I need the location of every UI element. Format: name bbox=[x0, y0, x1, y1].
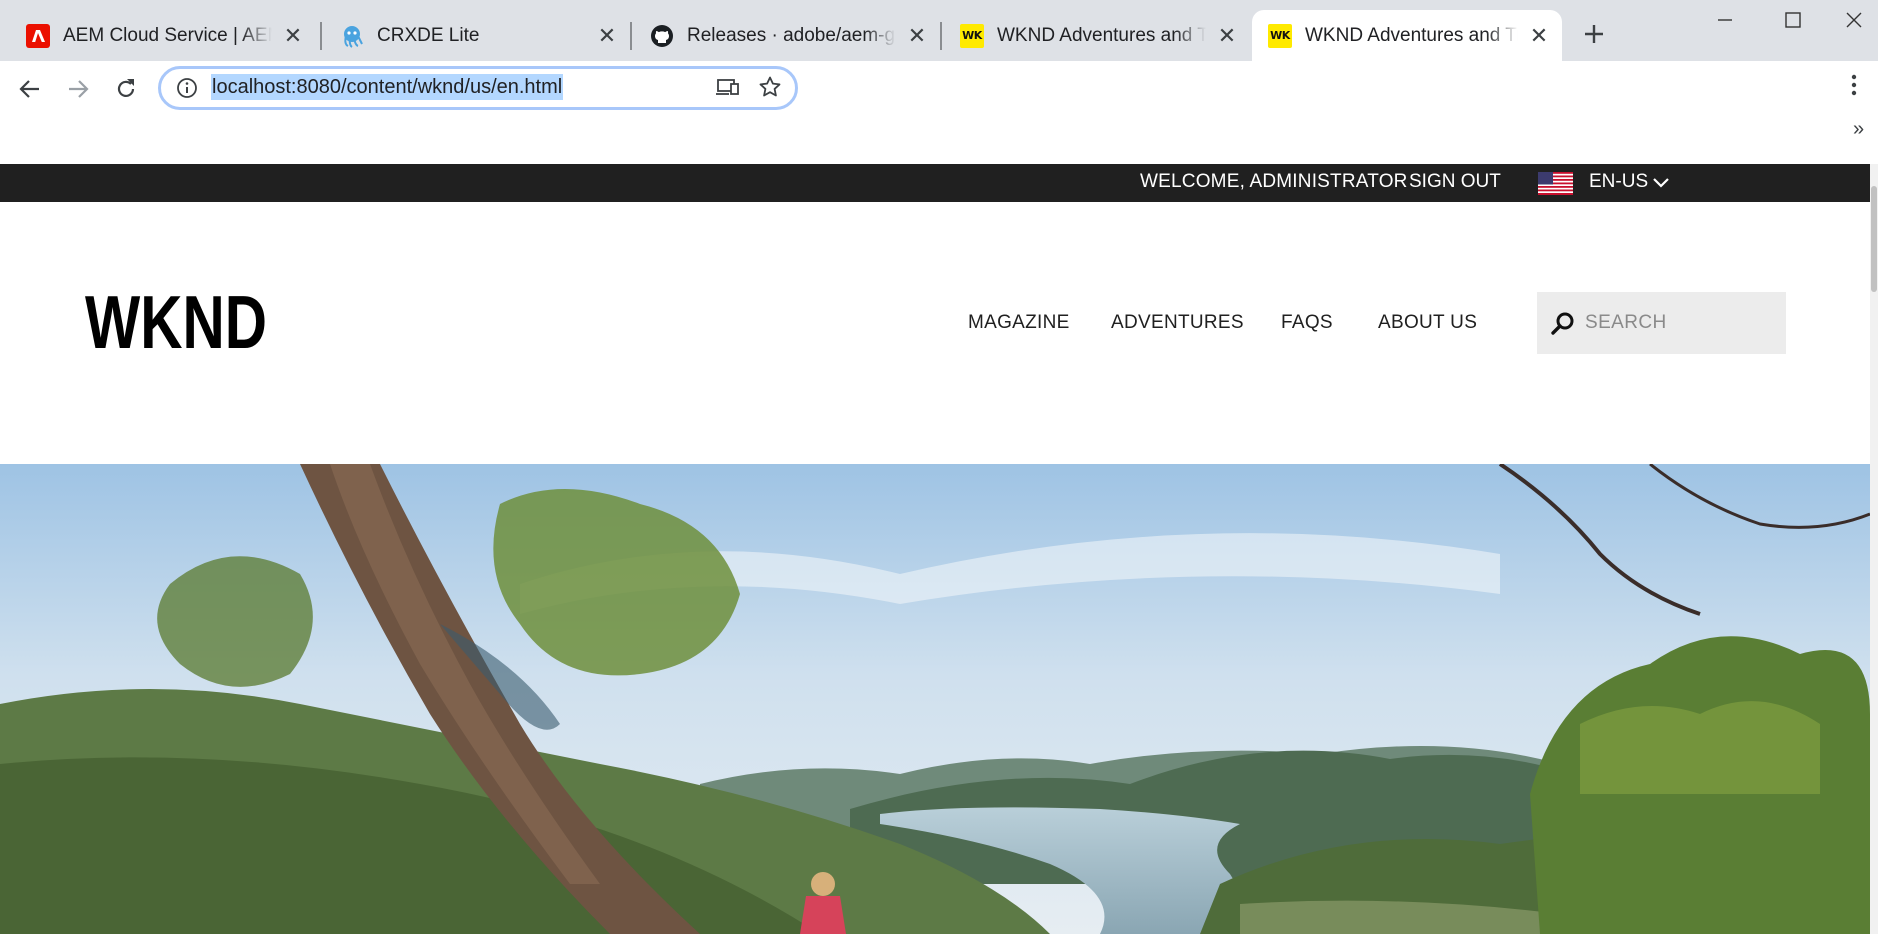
chevron-down-icon[interactable] bbox=[1652, 174, 1670, 196]
github-icon bbox=[650, 24, 674, 48]
wknd-logo[interactable]: WKND bbox=[85, 285, 267, 360]
forward-button[interactable] bbox=[58, 69, 98, 109]
utility-bar: WELCOME, ADMINISTRATOR SIGN OUT EN-US bbox=[0, 164, 1870, 202]
tab-github-releases[interactable]: Releases · adobe/aem-guid ✕ bbox=[624, 10, 940, 61]
site-info-icon[interactable] bbox=[176, 77, 198, 99]
sign-out-link[interactable]: SIGN OUT bbox=[1409, 171, 1501, 193]
page-viewport: WELCOME, ADMINISTRATOR SIGN OUT EN-US WK… bbox=[0, 164, 1870, 934]
close-tab-icon[interactable]: ✕ bbox=[1528, 23, 1550, 48]
close-tab-icon[interactable]: ✕ bbox=[906, 23, 928, 48]
tab-wknd-adventures-active[interactable]: WK WKND Adventures and Tra ✕ bbox=[1252, 10, 1562, 61]
search-input[interactable]: SEARCH bbox=[1537, 292, 1786, 354]
back-button[interactable] bbox=[10, 69, 50, 109]
search-placeholder: SEARCH bbox=[1585, 312, 1667, 333]
tab-strip: AEM Cloud Service | AEM C ✕ CRXDE Lite ✕… bbox=[0, 0, 1878, 61]
hero-image bbox=[0, 464, 1870, 934]
tab-title: WKND Adventures and Tra bbox=[1305, 24, 1518, 46]
tab-title: CRXDE Lite bbox=[377, 24, 480, 46]
tab-title: AEM Cloud Service | AEM C bbox=[63, 24, 272, 46]
close-window-button[interactable] bbox=[1830, 4, 1878, 36]
reload-icon bbox=[117, 79, 135, 97]
us-flag-icon[interactable] bbox=[1538, 172, 1573, 195]
tab-aem-cloud-service[interactable]: AEM Cloud Service | AEM C ✕ bbox=[0, 10, 316, 61]
cast-devices-icon[interactable] bbox=[716, 76, 740, 103]
nav-item-adventures[interactable]: ADVENTURES bbox=[1111, 312, 1244, 334]
site-header: WKND MAGAZINE ADVENTURES FAQS ABOUT US S… bbox=[0, 202, 1870, 464]
reload-button[interactable] bbox=[106, 69, 146, 109]
bookmark-star-icon[interactable] bbox=[758, 75, 782, 104]
wknd-icon: WK bbox=[960, 23, 984, 48]
tab-wknd-adventures[interactable]: WK WKND Adventures and Tra ✕ bbox=[934, 10, 1250, 61]
adobe-icon bbox=[26, 23, 50, 48]
minimize-button[interactable] bbox=[1695, 4, 1755, 36]
close-tab-icon[interactable]: ✕ bbox=[596, 23, 618, 48]
scrollbar-thumb[interactable] bbox=[1871, 186, 1877, 292]
address-bar[interactable]: localhost:8080/content/wknd/us/en.html bbox=[158, 66, 798, 110]
forward-arrow-icon bbox=[69, 80, 89, 98]
browser-menu-icon[interactable] bbox=[1850, 73, 1858, 102]
nav-item-magazine[interactable]: MAGAZINE bbox=[968, 312, 1070, 334]
bookmarks-overflow-icon[interactable]: » bbox=[1853, 118, 1864, 141]
close-tab-icon[interactable]: ✕ bbox=[1216, 23, 1238, 48]
back-arrow-icon bbox=[19, 80, 39, 98]
url-text[interactable]: localhost:8080/content/wknd/us/en.html bbox=[211, 74, 564, 100]
tab-crxde-lite[interactable]: CRXDE Lite ✕ bbox=[314, 10, 630, 61]
browser-toolbar: localhost:8080/content/wknd/us/en.html » bbox=[0, 61, 1878, 164]
wknd-icon: WK bbox=[1268, 23, 1292, 48]
new-tab-button[interactable] bbox=[1578, 18, 1610, 50]
nav-item-faqs[interactable]: FAQS bbox=[1281, 312, 1333, 334]
close-tab-icon[interactable]: ✕ bbox=[282, 23, 304, 48]
welcome-message: WELCOME, ADMINISTRATOR bbox=[1140, 171, 1408, 192]
maximize-button[interactable] bbox=[1763, 4, 1823, 36]
crxde-icon bbox=[340, 24, 364, 48]
search-icon bbox=[1549, 310, 1577, 343]
language-selector[interactable]: EN-US bbox=[1589, 171, 1648, 193]
nav-item-about-us[interactable]: ABOUT US bbox=[1378, 312, 1477, 334]
tab-title: WKND Adventures and Tra bbox=[997, 24, 1206, 46]
tab-title: Releases · adobe/aem-guid bbox=[687, 24, 896, 46]
